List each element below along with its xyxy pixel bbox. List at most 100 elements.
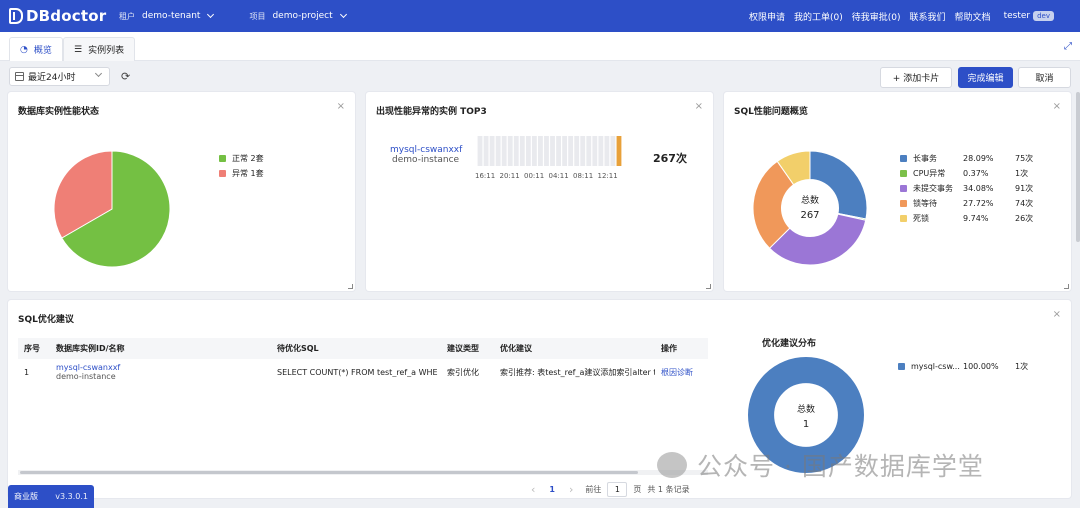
table-scrollbar[interactable]: [18, 470, 708, 475]
timeline-bar[interactable]: [544, 136, 549, 166]
table-row[interactable]: 1 mysql-cswanxxf demo-instance SELECT CO…: [18, 359, 708, 385]
legend-label: 死锁: [913, 214, 929, 223]
legend-item[interactable]: 未提交事务 34.08% 91次: [900, 181, 1060, 196]
legend-label: 正常 2套: [232, 154, 264, 163]
column-header: 优化建议: [500, 344, 532, 353]
page-scrollbar[interactable]: [1076, 92, 1080, 242]
donut-center-value: 267: [800, 210, 820, 221]
project-selector[interactable]: 项目 demo-project: [249, 10, 347, 22]
timeline-bar[interactable]: [592, 136, 598, 166]
refresh-icon[interactable]: ⟳: [121, 70, 130, 83]
list-icon: ☰: [74, 44, 83, 55]
timeline-bar[interactable]: [610, 136, 616, 166]
timeline-bar[interactable]: [538, 136, 543, 166]
edition-badge[interactable]: 商业版 v3.3.0.1: [8, 485, 94, 508]
instance-name: demo-instance: [392, 155, 460, 165]
page-unit: 页: [633, 485, 642, 494]
add-card-button[interactable]: + 添加卡片: [880, 67, 952, 88]
prev-page-button[interactable]: ‹: [531, 483, 535, 496]
dashboard-icon: ◔: [20, 44, 28, 55]
timeline-bar[interactable]: [550, 136, 555, 166]
user-name: tester: [1003, 11, 1031, 21]
status-legend: 正常 2套 异常 1套: [219, 151, 264, 181]
card-title: 出现性能异常的实例 TOP3: [376, 107, 487, 117]
nav-my-tickets[interactable]: 我的工单(0): [794, 10, 843, 23]
legend-item[interactable]: 锁等待 27.72% 74次: [900, 196, 1060, 211]
close-icon[interactable]: ×: [695, 101, 703, 112]
legend-item[interactable]: CPU异常 0.37% 1次: [900, 166, 1060, 181]
goto-page-input[interactable]: 1: [607, 482, 628, 497]
timeline-bar[interactable]: [501, 136, 507, 166]
timeline-bar[interactable]: [556, 136, 561, 166]
app-logo[interactable]: DBdoctor: [9, 7, 119, 25]
logo-text: DBdoctor: [26, 7, 107, 25]
legend-item-normal[interactable]: 正常 2套: [219, 151, 264, 166]
root-cause-link[interactable]: 根因诊断: [655, 367, 708, 378]
nav-contact-us[interactable]: 联系我们: [910, 10, 946, 23]
resize-handle[interactable]: [706, 284, 711, 289]
tick-label: 00:11: [524, 172, 545, 180]
timeline-bar[interactable]: [495, 136, 501, 166]
legend-count: 75次: [1015, 154, 1034, 163]
current-page[interactable]: 1: [549, 485, 555, 494]
timeline-bar[interactable]: [580, 136, 586, 166]
tab-overview[interactable]: ◔ 概览: [9, 37, 63, 61]
top-nav: 权限申请 我的工单(0) 待我审批(0) 联系我们 帮助文档 tester de…: [749, 0, 1054, 32]
next-page-button[interactable]: ›: [569, 483, 573, 496]
timeline-bar[interactable]: [519, 136, 525, 166]
legend-swatch: [219, 170, 226, 177]
card-title: SQL性能问题概览: [734, 107, 808, 117]
timeline-bar[interactable]: [525, 136, 531, 166]
timeline-bar[interactable]: [568, 136, 574, 166]
timeline-bar[interactable]: [489, 136, 495, 166]
close-icon[interactable]: ×: [337, 101, 345, 112]
user-menu[interactable]: tester dev: [1004, 11, 1054, 21]
goto-label: 前往: [585, 485, 602, 494]
legend-item-abnormal[interactable]: 异常 1套: [219, 166, 264, 181]
scrollbar-thumb[interactable]: [20, 471, 638, 474]
nav-help-docs[interactable]: 帮助文档: [955, 10, 991, 23]
timeline-bar[interactable]: [477, 136, 483, 166]
suggestion-type: 索引优化: [447, 367, 479, 377]
legend-count: 74次: [1015, 199, 1034, 208]
timeline-bar[interactable]: [604, 136, 610, 166]
env-badge: dev: [1033, 11, 1054, 21]
legend-item[interactable]: 长事务 28.09% 75次: [900, 151, 1060, 166]
tick-label: 20:11: [499, 172, 520, 180]
nav-pending-approval[interactable]: 待我审批(0): [852, 10, 901, 23]
total-records: 共 1 条记录: [647, 485, 690, 494]
legend-percent: 28.09%: [963, 154, 994, 163]
timeline-bar[interactable]: [483, 136, 489, 166]
timeline-bar[interactable]: [616, 136, 622, 166]
legend-item[interactable]: 死锁 9.74% 26次: [900, 211, 1060, 226]
nav-permission-request[interactable]: 权限申请: [749, 10, 785, 23]
tab-instance-list[interactable]: ☰ 实例列表: [63, 37, 136, 61]
close-icon[interactable]: ×: [1053, 309, 1061, 320]
cancel-button[interactable]: 取消: [1018, 67, 1071, 88]
tenant-selector[interactable]: 租户 demo-tenant: [119, 10, 215, 22]
close-icon[interactable]: ×: [1053, 101, 1061, 112]
instance-id-link[interactable]: mysql-cswanxxf: [390, 145, 462, 155]
legend-label: 长事务: [913, 154, 937, 163]
donut-center-label: 总数: [800, 196, 819, 206]
tab-bar: ◔ 概览 ☰ 实例列表 ⤢: [0, 32, 1080, 61]
instance-id-link[interactable]: mysql-cswanxxf: [56, 363, 271, 372]
fullscreen-icon[interactable]: ⤢: [1064, 41, 1072, 52]
resize-handle[interactable]: [1064, 284, 1069, 289]
project-value: demo-project: [272, 11, 333, 21]
timeline-bar[interactable]: [574, 136, 580, 166]
timeline-bar[interactable]: [513, 136, 519, 166]
finish-edit-button[interactable]: 完成编辑: [958, 67, 1013, 88]
timeline-bar[interactable]: [586, 136, 592, 166]
timeline-bar[interactable]: [562, 136, 568, 166]
resize-handle[interactable]: [348, 284, 353, 289]
legend-swatch: [898, 363, 905, 370]
timeline-bar[interactable]: [507, 136, 513, 166]
legend-item[interactable]: mysql-csw... 100.00% 1次: [898, 359, 1068, 374]
row-number: 1: [24, 367, 30, 377]
tick-label: 08:11: [573, 172, 594, 180]
sql-issue-slice-0[interactable]: [809, 150, 868, 220]
timeline-bar[interactable]: [531, 136, 537, 166]
time-range-select[interactable]: 最近24小时: [9, 67, 110, 86]
timeline-bar[interactable]: [598, 136, 604, 166]
